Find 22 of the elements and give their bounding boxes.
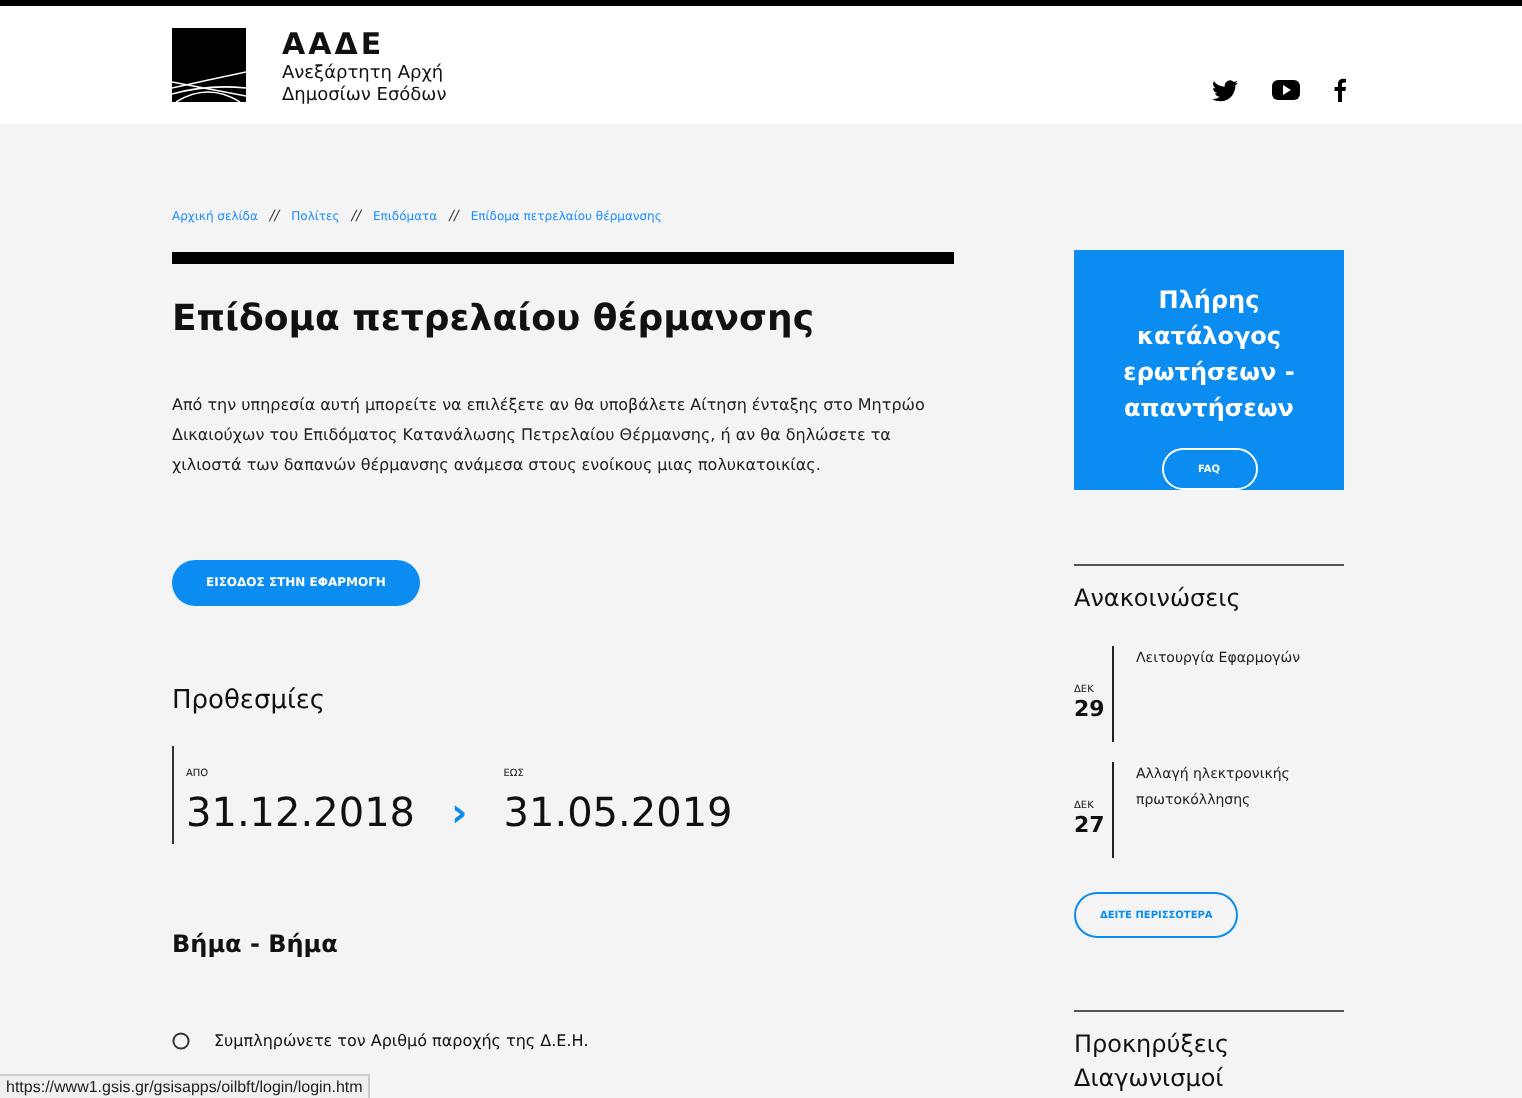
circle-icon <box>172 1032 190 1050</box>
start-date: 31.12.2018 <box>186 788 416 836</box>
page-title: Επίδομα πετρελαίου θέρμανσης <box>172 298 815 342</box>
logo-subtitle: Ανεξάρτητη Αρχή <box>282 64 446 85</box>
section-heading: Βήμα - Βήμα <box>172 928 338 960</box>
announcement-day: 29 <box>1074 695 1112 721</box>
logo-subtitle: Δημοσίων Εσόδων <box>282 86 447 108</box>
status-bar: https://www1.gsis.gr/gsisapps/oilbft/login/login.htm <box>0 1074 371 1098</box>
faq-title: Πλήρης κατάλογος ερωτήσεων - απαντήσεων <box>1121 284 1297 426</box>
chevron-icon: › <box>451 788 468 836</box>
step-text: Συμπληρώνετε τον Αριθμό παροχής της Δ.Ε.Η. <box>214 1032 589 1050</box>
video-play-icon[interactable] <box>1272 80 1300 100</box>
logo-title: ΑΑΔΕ <box>282 28 387 62</box>
announcement-day: 27 <box>1074 811 1112 837</box>
section-heading: Προθεσμίες <box>172 686 326 718</box>
twitter-icon[interactable] <box>1212 79 1238 101</box>
section-heading: Ανακοινώσεις <box>1074 582 1241 616</box>
facebook-icon[interactable] <box>1334 78 1346 102</box>
description-text: Από την υπηρεσία αυτή μπορείτε να επιλέξετε αν θα υποβάλετε Αίτηση ένταξης στο Μητρώο Δικαιούχων του Επιδόματος Κατανάλωσης Πετρελαίου Θέρμανσης, ή αν θα δηλώσετε τα χιλιοστά των δαπανών θέρμανσης ανάμεσα στους ενοίκους μιας πολυκατοικίας. <box>172 394 927 478</box>
logo-icon[interactable] <box>172 28 246 102</box>
end-date: 31.05.2019 <box>503 788 733 836</box>
section-heading: Προκηρύξεις Διαγωνισμοί <box>1074 1028 1232 1096</box>
